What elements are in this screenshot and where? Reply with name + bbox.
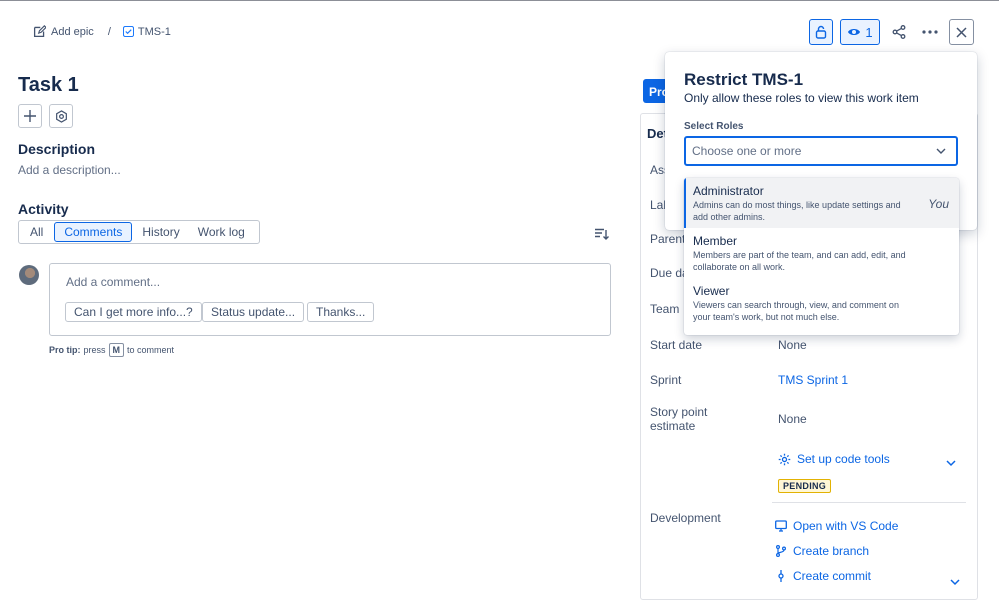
open-vscode-label: Open with VS Code — [793, 519, 899, 533]
role-option-name: Viewer — [693, 284, 730, 298]
add-epic-label: Add epic — [51, 25, 94, 38]
more-actions-button[interactable] — [917, 19, 943, 45]
sort-icon — [595, 228, 609, 240]
eye-icon — [848, 29, 861, 35]
pro-tip: Pro tip: press M to comment — [49, 343, 174, 357]
pro-tip-prefix: Pro tip: — [49, 345, 81, 355]
pro-tip-suffix: to comment — [127, 345, 175, 355]
create-branch-label: Create branch — [793, 544, 870, 558]
quick-reply-status-update[interactable]: Status update... — [202, 302, 305, 322]
role-option-member[interactable]: Member Members are part of the team, and… — [684, 228, 959, 278]
pro-tip-key: M — [108, 343, 125, 357]
window-top-border — [0, 0, 999, 1]
field-story-points-label-2: estimate — [650, 419, 696, 433]
commit-icon — [778, 570, 784, 582]
create-branch-link[interactable]: Create branch — [775, 544, 869, 558]
quick-reply-more-info[interactable]: Can I get more info...? — [65, 302, 202, 322]
plus-icon — [24, 110, 36, 122]
tab-all[interactable]: All — [21, 222, 52, 242]
comment-box[interactable]: Add a comment... Can I get more info...?… — [49, 263, 611, 336]
tab-work-log[interactable]: Work log — [190, 222, 253, 242]
add-epic-link[interactable]: Add epic — [33, 25, 94, 38]
edit-icon — [33, 25, 46, 38]
tab-comments[interactable]: Comments — [54, 222, 133, 242]
role-option-name: Member — [693, 234, 738, 248]
field-start-date-value[interactable]: None — [778, 338, 807, 352]
setup-code-tools-label: Set up code tools — [797, 452, 890, 466]
add-child-button[interactable] — [18, 104, 42, 128]
task-checkbox-icon — [122, 26, 134, 37]
select-roles-label: Select Roles — [684, 121, 744, 132]
role-option-viewer[interactable]: Viewer Viewers can search through, view,… — [684, 278, 959, 328]
create-commit-link[interactable]: Create commit — [775, 569, 871, 583]
activity-heading: Activity — [18, 201, 69, 217]
popover-title: Restrict TMS-1 — [684, 70, 804, 89]
sort-button[interactable] — [595, 228, 609, 244]
popover-subtitle: Only allow these roles to view this work… — [684, 91, 919, 105]
field-start-date-label: Start date — [650, 338, 703, 352]
field-sprint-value[interactable]: TMS Sprint 1 — [778, 373, 848, 387]
description-placeholder[interactable]: Add a description... — [18, 163, 121, 177]
role-option-administrator[interactable]: Administrator Admins can do most things,… — [684, 178, 959, 228]
issue-key-label: TMS-1 — [137, 25, 171, 38]
activity-tabs: All Comments History Work log — [18, 220, 260, 244]
watch-button[interactable]: 1 — [840, 19, 880, 45]
branch-icon — [776, 545, 786, 557]
roles-dropdown: Administrator Admins can do most things,… — [684, 178, 959, 335]
chevron-down-icon[interactable] — [946, 454, 956, 470]
field-sprint-label: Sprint — [650, 373, 682, 387]
create-commit-label: Create commit — [793, 569, 872, 583]
current-user-tag: You — [928, 197, 949, 211]
description-heading: Description — [18, 141, 96, 157]
lock-icon — [815, 25, 827, 39]
pending-badge: PENDING — [778, 479, 832, 493]
role-option-name: Administrator — [693, 184, 764, 198]
roles-select-placeholder: Choose one or more — [692, 144, 802, 158]
field-due-date-label: Due da — [650, 266, 689, 280]
apps-button[interactable] — [49, 104, 73, 128]
field-story-points-value[interactable]: None — [778, 412, 807, 426]
close-button[interactable] — [949, 19, 974, 45]
field-development-label: Development — [650, 511, 721, 525]
divider — [772, 502, 966, 503]
quick-reply-thanks[interactable]: Thanks... — [307, 302, 375, 322]
share-icon — [892, 25, 906, 39]
tab-history[interactable]: History — [134, 222, 187, 242]
watchers-count: 1 — [865, 24, 873, 40]
close-icon — [956, 26, 967, 38]
user-avatar — [19, 265, 39, 285]
field-parent-label: Parent — [650, 232, 686, 246]
role-option-description: Admins can do most things, like update s… — [693, 200, 901, 222]
comment-input-placeholder[interactable]: Add a comment... — [66, 275, 160, 289]
hexagon-settings-icon — [55, 109, 67, 123]
share-button[interactable] — [887, 19, 911, 45]
field-story-points-label-1: Story point — [650, 405, 708, 419]
field-team-label: Team — [650, 302, 680, 316]
more-horizontal-icon — [922, 30, 938, 34]
roles-select[interactable]: Choose one or more — [684, 136, 958, 166]
role-option-description: Viewers can search through, view, and co… — [693, 300, 899, 322]
restrict-lock-button[interactable] — [809, 19, 833, 45]
issue-key-link[interactable]: TMS-1 — [122, 25, 171, 38]
monitor-icon — [775, 520, 787, 532]
breadcrumb-separator: / — [107, 25, 111, 38]
open-vscode-link[interactable]: Open with VS Code — [775, 519, 898, 533]
chevron-down-icon — [936, 148, 946, 154]
role-option-description: Members are part of the team, and can ad… — [693, 250, 906, 272]
gear-icon — [778, 453, 791, 465]
breadcrumb: Add epic / TMS-1 — [33, 25, 171, 38]
dev-chevron-down-icon[interactable] — [950, 573, 960, 589]
setup-code-tools-link[interactable]: Set up code tools — [778, 452, 890, 466]
pro-tip-press: press — [83, 345, 106, 355]
issue-title[interactable]: Task 1 — [18, 74, 79, 97]
